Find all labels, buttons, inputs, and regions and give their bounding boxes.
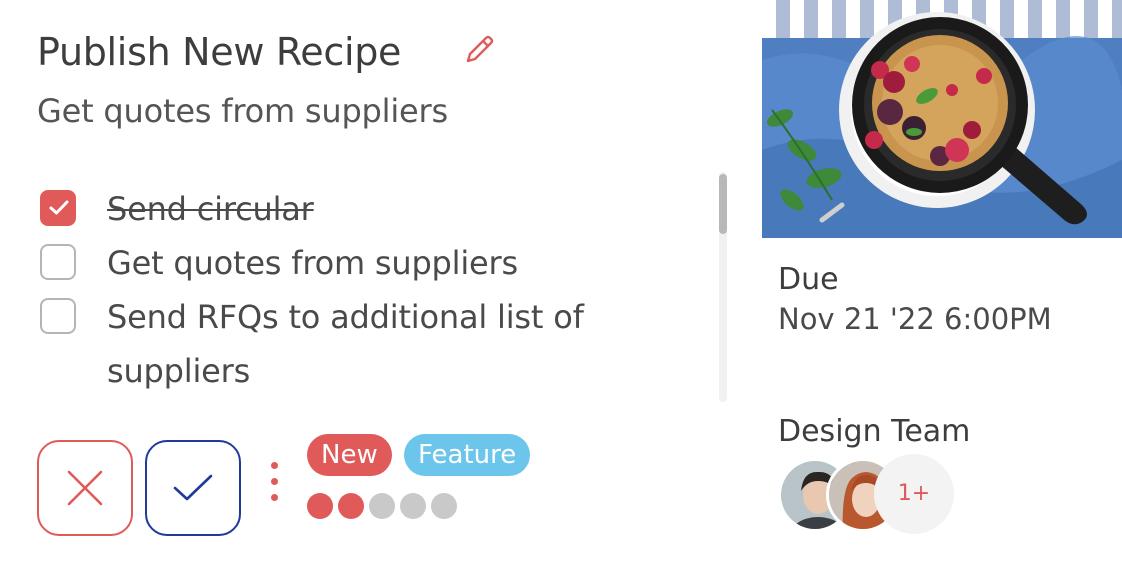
task-title: Publish New Recipe	[37, 30, 402, 74]
checklist-item[interactable]: Get quotes from suppliers	[40, 236, 680, 290]
checklist-item-label: Send RFQs to additional list of supplier…	[107, 298, 584, 390]
checklist-scrollbar[interactable]	[719, 172, 727, 402]
progress-dot	[338, 493, 364, 519]
team-name: Design Team	[778, 414, 971, 449]
tag-new: New	[307, 434, 392, 476]
tag-feature: Feature	[404, 434, 531, 476]
more-members-badge[interactable]: 1+	[874, 454, 954, 534]
checklist-item-label: Get quotes from suppliers	[107, 244, 518, 282]
scrollbar-thumb[interactable]	[719, 174, 727, 234]
more-vertical-icon[interactable]	[268, 462, 280, 506]
checklist-item[interactable]: Send RFQs to additional list of supplier…	[40, 290, 680, 398]
checklist-item[interactable]: Send circular	[40, 182, 680, 236]
progress-dot	[431, 493, 457, 519]
task-subtitle: Get quotes from suppliers	[37, 92, 448, 130]
checklist-item-label: Send circular	[107, 190, 314, 228]
close-icon	[67, 470, 103, 506]
check-icon	[49, 200, 69, 215]
checklist: Send circular Get quotes from suppliers …	[40, 182, 680, 398]
checkbox[interactable]	[40, 244, 76, 280]
reject-button[interactable]	[37, 440, 133, 536]
check-icon	[173, 474, 213, 501]
checkbox-checked[interactable]	[40, 190, 76, 226]
progress-dot	[400, 493, 426, 519]
due-label: Due	[778, 262, 839, 297]
due-date: Nov 21 '22 6:00PM	[778, 302, 1052, 336]
progress-dot	[307, 493, 333, 519]
checkbox[interactable]	[40, 298, 76, 334]
pencil-icon[interactable]	[462, 31, 498, 67]
task-card: Publish New Recipe Get quotes from suppl…	[0, 0, 1122, 570]
accept-button[interactable]	[145, 440, 241, 536]
recipe-image	[762, 0, 1122, 238]
progress-dot	[369, 493, 395, 519]
